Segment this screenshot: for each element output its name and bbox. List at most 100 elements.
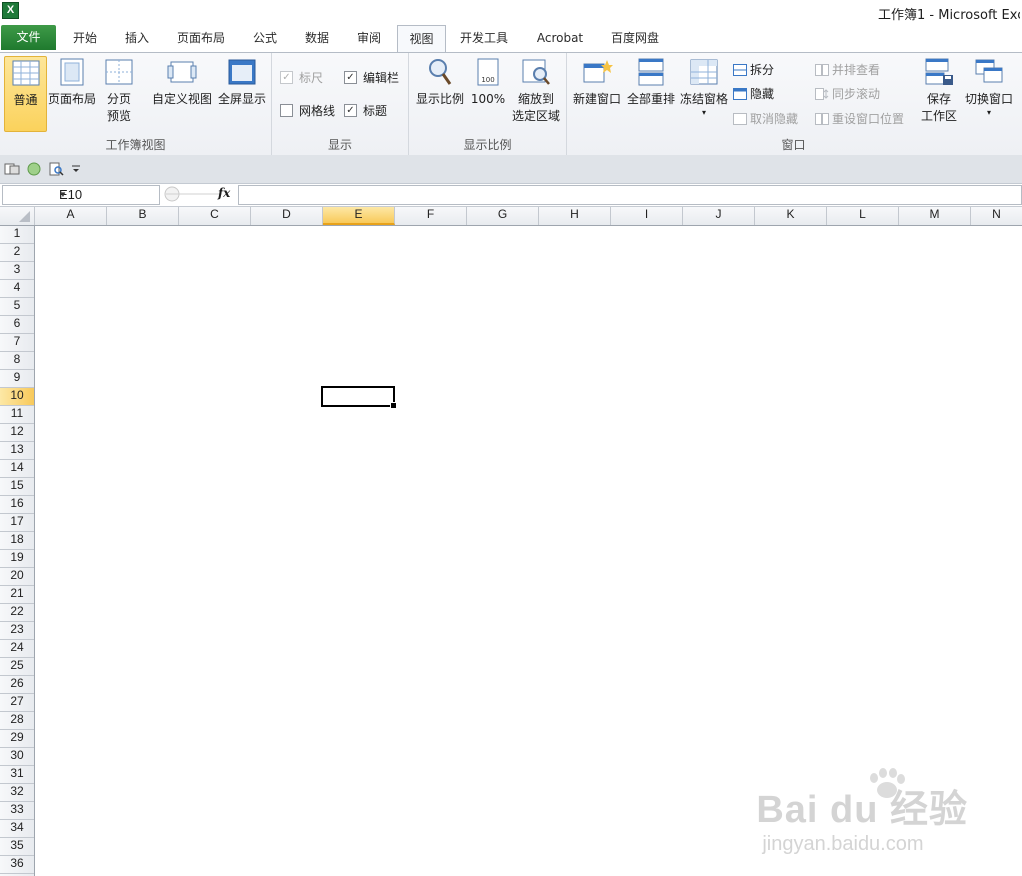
split-button[interactable]: 拆分 <box>733 60 774 80</box>
row-header-12[interactable]: 12 <box>0 424 34 442</box>
row-header-4[interactable]: 4 <box>0 280 34 298</box>
column-header-b[interactable]: B <box>107 207 179 225</box>
row-header-16[interactable]: 16 <box>0 496 34 514</box>
column-header-h[interactable]: H <box>539 207 611 225</box>
save-workspace-button[interactable]: 保存 工作区 <box>917 56 961 125</box>
select-all-corner[interactable] <box>0 207 35 225</box>
row-header-15[interactable]: 15 <box>0 478 34 496</box>
row-header-10[interactable]: 10 <box>0 388 34 406</box>
freeze-panes-button[interactable]: 冻结窗格 ▾ <box>679 56 729 118</box>
tab-file[interactable]: 文件 <box>1 25 56 50</box>
column-header-e[interactable]: E <box>323 207 395 225</box>
column-header-g[interactable]: G <box>467 207 539 225</box>
custom-views-label: 自定义视图 <box>151 92 212 106</box>
switch-windows-button[interactable]: 切换窗口 ▾ <box>963 56 1015 118</box>
title-bar: X 工作簿1 - Microsoft Excel <box>0 0 1022 25</box>
tab-acrobat[interactable]: Acrobat <box>528 25 592 51</box>
page-layout-view-button[interactable]: 页面布局 <box>47 56 97 108</box>
row-header-24[interactable]: 24 <box>0 640 34 658</box>
chevron-down-icon: ▾ <box>986 108 991 117</box>
row-header-21[interactable]: 21 <box>0 586 34 604</box>
unhide-label: 取消隐藏 <box>750 112 799 126</box>
row-header-32[interactable]: 32 <box>0 784 34 802</box>
arrange-all-button[interactable]: 全部重排 <box>625 56 677 108</box>
row-header-35[interactable]: 35 <box>0 838 34 856</box>
active-cell-e10[interactable] <box>321 386 397 409</box>
custom-views-button[interactable]: 自定义视图 <box>150 56 214 108</box>
row-header-22[interactable]: 22 <box>0 604 34 622</box>
formula-input[interactable] <box>238 185 1022 205</box>
row-header-31[interactable]: 31 <box>0 766 34 784</box>
row-header-17[interactable]: 17 <box>0 514 34 532</box>
name-box[interactable]: E10 ▼ <box>2 185 160 205</box>
column-header-f[interactable]: F <box>395 207 467 225</box>
normal-view-button[interactable]: 普通 <box>4 56 47 132</box>
tab-baidu-netdisk[interactable]: 百度网盘 <box>604 25 666 51</box>
row-header-18[interactable]: 18 <box>0 532 34 550</box>
row-header-14[interactable]: 14 <box>0 460 34 478</box>
column-header-l[interactable]: L <box>827 207 899 225</box>
column-header-i[interactable]: I <box>611 207 683 225</box>
insert-function-icon[interactable]: fx <box>218 186 230 200</box>
tab-page-layout[interactable]: 页面布局 <box>170 25 232 51</box>
row-header-7[interactable]: 7 <box>0 334 34 352</box>
customize-qat-icon[interactable] <box>70 162 82 176</box>
column-header-k[interactable]: K <box>755 207 827 225</box>
row-header-6[interactable]: 6 <box>0 316 34 334</box>
column-header-a[interactable]: A <box>35 207 107 225</box>
row-header-26[interactable]: 26 <box>0 676 34 694</box>
tab-insert[interactable]: 插入 <box>114 25 160 51</box>
column-header-d[interactable]: D <box>251 207 323 225</box>
column-header-n[interactable]: N <box>971 207 1022 225</box>
column-header-j[interactable]: J <box>683 207 755 225</box>
chevron-down-icon[interactable]: ▼ <box>59 186 156 204</box>
reset-window-position-button[interactable]: 重设窗口位置 <box>815 109 904 129</box>
tab-data[interactable]: 数据 <box>294 25 340 51</box>
circle-icon[interactable] <box>26 162 42 176</box>
ruler-checkbox[interactable]: 标尺 <box>280 68 323 88</box>
print-preview-icon[interactable] <box>48 162 64 176</box>
column-header-c[interactable]: C <box>179 207 251 225</box>
unhide-button[interactable]: 取消隐藏 <box>733 109 798 129</box>
row-header-28[interactable]: 28 <box>0 712 34 730</box>
view-side-by-side-button[interactable]: 并排查看 <box>815 60 880 80</box>
row-header-34[interactable]: 34 <box>0 820 34 838</box>
new-window-button[interactable]: 新建窗口 <box>571 56 623 108</box>
row-header-8[interactable]: 8 <box>0 352 34 370</box>
row-header-29[interactable]: 29 <box>0 730 34 748</box>
row-header-33[interactable]: 33 <box>0 802 34 820</box>
excel-icon[interactable]: X <box>2 2 19 19</box>
tab-developer[interactable]: 开发工具 <box>452 25 516 51</box>
row-header-20[interactable]: 20 <box>0 568 34 586</box>
tab-review[interactable]: 审阅 <box>346 25 392 51</box>
tab-home[interactable]: 开始 <box>62 25 108 51</box>
row-header-11[interactable]: 11 <box>0 406 34 424</box>
row-header-2[interactable]: 2 <box>0 244 34 262</box>
page-break-preview-button[interactable]: 分页 预览 <box>100 56 138 125</box>
full-screen-button[interactable]: 全屏显示 <box>216 56 268 108</box>
row-header-13[interactable]: 13 <box>0 442 34 460</box>
row-header-30[interactable]: 30 <box>0 748 34 766</box>
row-header-9[interactable]: 9 <box>0 370 34 388</box>
row-header-25[interactable]: 25 <box>0 658 34 676</box>
gridlines-checkbox[interactable]: 网格线 <box>280 101 335 121</box>
toolbar-icon[interactable] <box>4 162 20 176</box>
hide-button[interactable]: 隐藏 <box>733 84 774 104</box>
zoom-100-button[interactable]: 100 100% <box>469 56 507 108</box>
row-header-36[interactable]: 36 <box>0 856 34 874</box>
row-header-19[interactable]: 19 <box>0 550 34 568</box>
tab-view[interactable]: 视图 <box>397 25 446 52</box>
zoom-to-selection-button[interactable]: 缩放到 选定区域 <box>509 56 563 125</box>
row-header-23[interactable]: 23 <box>0 622 34 640</box>
row-header-5[interactable]: 5 <box>0 298 34 316</box>
column-header-m[interactable]: M <box>899 207 971 225</box>
fill-handle[interactable] <box>390 402 397 409</box>
tab-formulas[interactable]: 公式 <box>242 25 288 51</box>
sync-scroll-button[interactable]: 同步滚动 <box>815 84 880 104</box>
headings-checkbox[interactable]: 标题 <box>344 101 387 121</box>
formula-bar-checkbox[interactable]: 编辑栏 <box>344 68 399 88</box>
row-header-3[interactable]: 3 <box>0 262 34 280</box>
row-header-1[interactable]: 1 <box>0 226 34 244</box>
row-header-27[interactable]: 27 <box>0 694 34 712</box>
zoom-button[interactable]: 显示比例 <box>414 56 466 108</box>
